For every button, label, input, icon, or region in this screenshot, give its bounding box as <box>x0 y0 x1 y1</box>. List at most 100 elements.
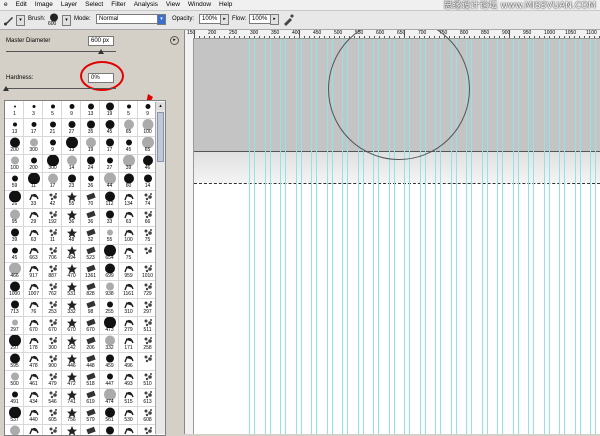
scroll-up-arrow[interactable]: ▴ <box>156 102 165 110</box>
brush-preset-cell[interactable]: 36 <box>62 209 81 227</box>
brush-preset-cell[interactable]: 48 <box>62 227 81 245</box>
brush-grid-scrollbar[interactable]: ▴ <box>155 102 165 434</box>
brush-preset-cell[interactable]: 523 <box>81 245 100 263</box>
master-diameter-thumb[interactable] <box>97 49 104 54</box>
brush-preset-cell[interactable]: 530 <box>119 407 138 425</box>
brush-preset-cell[interactable]: 1161 <box>119 281 138 299</box>
brush-preset-cell[interactable]: 300 <box>43 155 62 173</box>
brush-preset-cell[interactable]: 741 <box>62 389 81 407</box>
brush-preset-cell[interactable]: 75 <box>119 245 138 263</box>
brush-preset-cell[interactable]: 55 <box>62 191 81 209</box>
brush-preset-cell[interactable]: 17 <box>43 173 62 191</box>
brush-preset-cell[interactable] <box>81 425 100 435</box>
brush-preset-cell[interactable]: 42 <box>43 191 62 209</box>
brush-preset-cell[interactable]: 670 <box>62 317 81 335</box>
brush-preset-cell[interactable]: 100 <box>119 227 138 245</box>
brush-preset-cell[interactable]: 518 <box>81 371 100 389</box>
flow-dropdown[interactable]: ▸ <box>270 14 279 25</box>
brush-preset-cell[interactable] <box>100 425 119 435</box>
brush-preset-cell[interactable]: 537 <box>5 407 24 425</box>
brush-preset-cell[interactable]: 13 <box>5 119 24 137</box>
brush-preset-cell[interactable]: 1000 <box>5 281 24 299</box>
brush-preset-cell[interactable]: 27 <box>100 155 119 173</box>
brush-preset-cell[interactable]: 9 <box>43 137 62 155</box>
brush-preset-cell[interactable]: 11 <box>43 227 62 245</box>
brush-preset-cell[interactable]: 17 <box>100 137 119 155</box>
brush-preset-cell[interactable]: 29 <box>24 209 43 227</box>
brush-preset-cell[interactable]: 44 <box>100 173 119 191</box>
brush-preset-cell[interactable]: 297 <box>5 317 24 335</box>
brush-preset-cell[interactable]: 515 <box>119 389 138 407</box>
brush-preset-cell[interactable]: 448 <box>81 353 100 371</box>
brush-preset-cell[interactable]: 255 <box>100 299 119 317</box>
opacity-dropdown[interactable]: ▸ <box>220 14 229 25</box>
brush-preset-cell[interactable] <box>43 425 62 435</box>
brush-preset-cell[interactable]: 32 <box>81 227 100 245</box>
brush-preset-cell[interactable]: 13 <box>81 101 100 119</box>
brush-preset-cell[interactable]: 828 <box>81 281 100 299</box>
brush-preset-cell[interactable]: 63 <box>24 227 43 245</box>
brush-preset-cell[interactable]: 45 <box>119 137 138 155</box>
tool-preset-dropdown[interactable]: ▾ <box>16 15 25 26</box>
brush-preset-cell[interactable]: 27 <box>62 119 81 137</box>
brush-preset-cell[interactable]: 531 <box>62 281 81 299</box>
brush-preset-cell[interactable]: 297 <box>5 335 24 353</box>
panel-menu-icon[interactable]: ▸ <box>170 36 179 45</box>
brush-preset-cell[interactable]: 11 <box>24 173 43 191</box>
mode-dropdown-arrow[interactable]: ▾ <box>157 14 166 25</box>
brush-preset-cell[interactable]: 713 <box>5 299 24 317</box>
menu-item-1[interactable]: Edit <box>12 0 31 10</box>
brush-preset-cell[interactable]: 491 <box>5 389 24 407</box>
brush-preset-cell[interactable]: 45 <box>100 119 119 137</box>
brush-preset-cell[interactable]: 493 <box>119 371 138 389</box>
brush-preset-cell[interactable]: 654 <box>100 245 119 263</box>
brush-preset-cell[interactable]: 496 <box>119 353 138 371</box>
brush-preset-cell[interactable]: 36 <box>81 209 100 227</box>
mode-select[interactable]: Normal <box>96 14 162 24</box>
scroll-thumb[interactable] <box>157 112 164 162</box>
brush-preset-cell[interactable] <box>5 425 24 435</box>
brush-preset-cell[interactable]: 447 <box>100 371 119 389</box>
brush-preset-cell[interactable]: 142 <box>62 335 81 353</box>
brush-preset-cell[interactable]: 494 <box>62 245 81 263</box>
brush-preview[interactable]: 600 <box>48 13 60 27</box>
brush-preset-cell[interactable]: 959 <box>119 263 138 281</box>
brush-preset-cell[interactable]: 192 <box>43 209 62 227</box>
brush-preset-cell[interactable] <box>119 425 138 435</box>
brush-preset-cell[interactable]: 60 <box>119 173 138 191</box>
brush-preset-cell[interactable]: 440 <box>24 407 43 425</box>
brush-preset-cell[interactable]: 45 <box>5 245 24 263</box>
brush-preset-cell[interactable]: 253 <box>43 299 62 317</box>
brush-preset-cell[interactable]: 5 <box>43 101 62 119</box>
brush-preset-cell[interactable]: 595 <box>5 353 24 371</box>
brush-preset-cell[interactable]: 23 <box>62 173 81 191</box>
brush-preset-cell[interactable]: 95 <box>5 209 24 227</box>
brush-preset-cell[interactable]: 300 <box>43 335 62 353</box>
brush-preset-cell[interactable] <box>62 425 81 435</box>
brush-preset-cell[interactable]: 887 <box>43 263 62 281</box>
brush-preset-cell[interactable]: 1361 <box>81 263 100 281</box>
brush-preset-cell[interactable]: 670 <box>81 317 100 335</box>
brush-preset-cell[interactable]: 670 <box>24 317 43 335</box>
brush-preset-cell[interactable]: 65 <box>119 119 138 137</box>
brush-tool-icon[interactable] <box>3 14 15 26</box>
brush-preset-cell[interactable]: 24 <box>81 155 100 173</box>
brush-preset-cell[interactable]: 579 <box>81 407 100 425</box>
brush-preset-cell[interactable]: 917 <box>24 263 43 281</box>
brush-preset-cell[interactable]: 478 <box>24 353 43 371</box>
brush-preset-cell[interactable]: 9 <box>62 101 81 119</box>
hardness-thumb[interactable] <box>3 86 9 91</box>
brush-preset-cell[interactable]: 619 <box>81 389 100 407</box>
brush-preset-cell[interactable]: 459 <box>100 353 119 371</box>
brush-preset-cell[interactable]: 13 <box>62 137 81 155</box>
brush-preset-cell[interactable]: 310 <box>119 299 138 317</box>
hardness-input[interactable]: 0% <box>88 73 114 83</box>
brush-preset-cell[interactable]: 461 <box>24 371 43 389</box>
opacity-input[interactable]: 100% <box>199 14 221 24</box>
brush-preset-cell[interactable]: 134 <box>119 191 138 209</box>
hardness-slider[interactable] <box>6 88 116 89</box>
brush-preset-cell[interactable]: 466 <box>5 263 24 281</box>
brush-preset-cell[interactable]: 479 <box>43 371 62 389</box>
brush-preset-cell[interactable]: 171 <box>119 335 138 353</box>
brush-preset-cell[interactable]: 472 <box>62 371 81 389</box>
